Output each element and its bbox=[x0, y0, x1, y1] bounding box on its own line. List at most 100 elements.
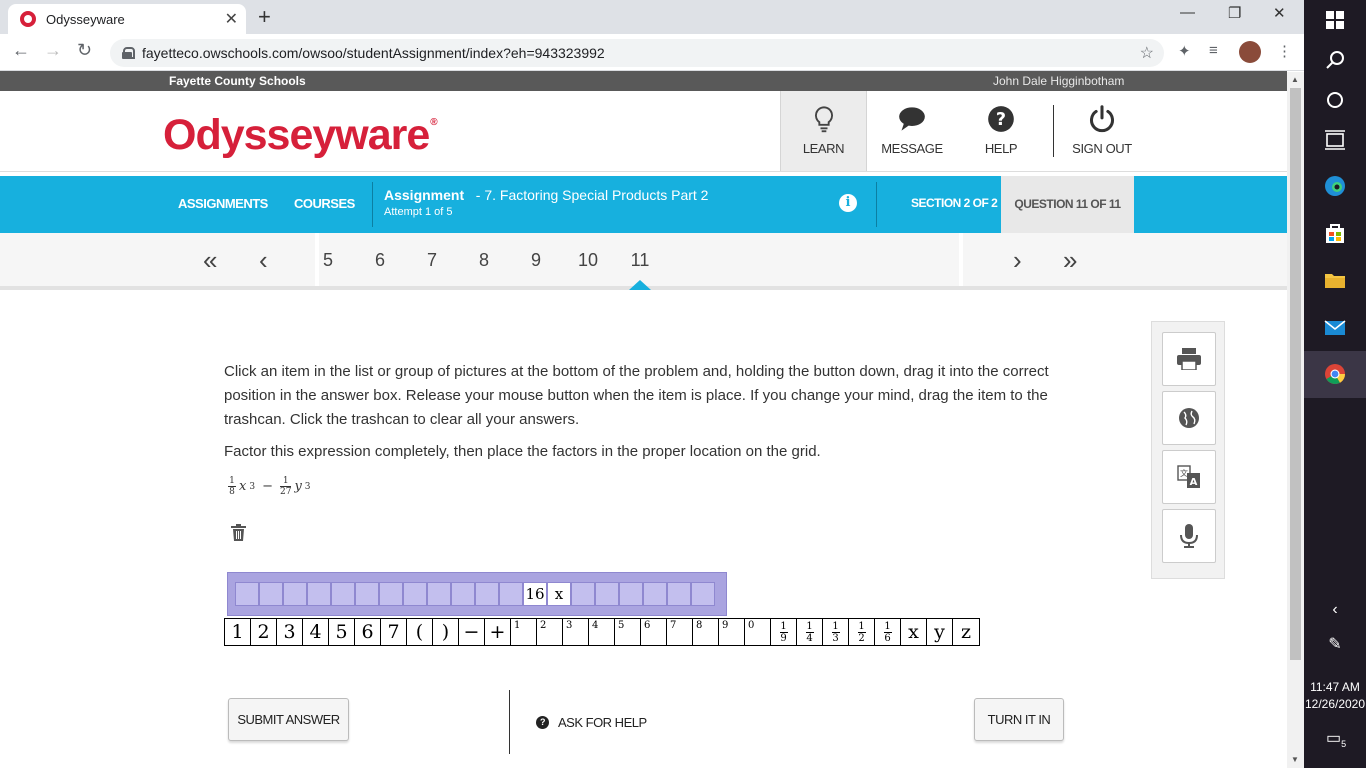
media-control-icon[interactable]: ≡ bbox=[1209, 42, 1218, 59]
answer-cell[interactable] bbox=[667, 582, 691, 606]
answer-cell[interactable] bbox=[307, 582, 331, 606]
assignments-link[interactable]: ASSIGNMENTS bbox=[178, 196, 268, 211]
back-arrow-icon[interactable]: ← bbox=[12, 40, 30, 61]
palette-tile[interactable]: y bbox=[927, 619, 953, 645]
answer-cell[interactable] bbox=[691, 582, 715, 606]
new-tab-button[interactable]: + bbox=[258, 4, 271, 30]
message-button[interactable]: MESSAGE bbox=[876, 91, 948, 171]
notifications-icon[interactable]: ▭5 bbox=[1326, 728, 1346, 749]
palette-tile[interactable]: 1 bbox=[511, 619, 537, 645]
extensions-puzzle-icon[interactable]: ✦ bbox=[1178, 42, 1191, 60]
answer-cell[interactable] bbox=[283, 582, 307, 606]
odysseyware-logo[interactable]: Odysseyware® bbox=[163, 111, 438, 160]
pen-icon[interactable]: ✎ bbox=[1323, 633, 1347, 657]
scroll-up-icon[interactable]: ▲ bbox=[1291, 75, 1299, 84]
palette-tile[interactable]: 5 bbox=[329, 619, 355, 645]
palette-tile[interactable]: ( bbox=[407, 619, 433, 645]
bookmark-star-icon[interactable]: ☆ bbox=[1140, 43, 1154, 63]
palette-tile[interactable]: 16 bbox=[875, 619, 901, 645]
answer-box[interactable]: 16 x bbox=[227, 572, 727, 616]
palette-tile[interactable]: 5 bbox=[615, 619, 641, 645]
search-icon[interactable] bbox=[1323, 48, 1347, 72]
courses-link[interactable]: COURSES bbox=[294, 196, 355, 211]
restore-button[interactable]: ❐ bbox=[1228, 4, 1241, 22]
question-number-6[interactable]: 6 bbox=[365, 250, 395, 271]
reload-icon[interactable]: ↻ bbox=[77, 40, 92, 61]
palette-tile[interactable]: 19 bbox=[771, 619, 797, 645]
help-button[interactable]: ? HELP bbox=[972, 91, 1030, 171]
answer-cell[interactable] bbox=[355, 582, 379, 606]
answer-cell[interactable] bbox=[403, 582, 427, 606]
minimize-button[interactable]: — bbox=[1180, 4, 1195, 21]
answer-cell[interactable] bbox=[571, 582, 595, 606]
palette-tile[interactable]: 8 bbox=[693, 619, 719, 645]
answer-cell[interactable] bbox=[259, 582, 283, 606]
globe-button[interactable] bbox=[1162, 391, 1216, 445]
palette-tile[interactable]: ) bbox=[433, 619, 459, 645]
tab-close-icon[interactable]: ✕ bbox=[225, 9, 238, 29]
vertical-scrollbar[interactable]: ▲ ▼ bbox=[1287, 72, 1304, 768]
print-button[interactable] bbox=[1162, 332, 1216, 386]
palette-tile[interactable]: 3 bbox=[277, 619, 303, 645]
chevron-left-icon[interactable]: ‹ bbox=[1323, 598, 1347, 622]
turn-it-in-button[interactable]: TURN IT IN bbox=[974, 698, 1064, 741]
window-close-button[interactable]: ✕ bbox=[1273, 4, 1286, 22]
palette-tile[interactable]: 2 bbox=[537, 619, 563, 645]
last-question-icon[interactable]: » bbox=[1063, 245, 1077, 276]
answer-cell[interactable] bbox=[475, 582, 499, 606]
palette-tile[interactable]: 14 bbox=[797, 619, 823, 645]
answer-cell[interactable] bbox=[499, 582, 523, 606]
mail-icon[interactable] bbox=[1323, 316, 1347, 340]
palette-tile[interactable]: + bbox=[485, 619, 511, 645]
answer-cell[interactable]: x bbox=[547, 582, 571, 606]
answer-cell[interactable] bbox=[379, 582, 403, 606]
answer-cell[interactable] bbox=[427, 582, 451, 606]
answer-cell[interactable] bbox=[331, 582, 355, 606]
palette-tile[interactable]: 9 bbox=[719, 619, 745, 645]
palette-tile[interactable]: x bbox=[901, 619, 927, 645]
system-clock[interactable]: 11:47 AM 12/26/2020 bbox=[1304, 679, 1366, 713]
palette-tile[interactable]: 0 bbox=[745, 619, 771, 645]
first-question-icon[interactable]: « bbox=[203, 245, 217, 276]
palette-tile[interactable]: 4 bbox=[303, 619, 329, 645]
palette-tile[interactable]: 12 bbox=[849, 619, 875, 645]
scroll-down-icon[interactable]: ▼ bbox=[1291, 755, 1299, 764]
question-number-7[interactable]: 7 bbox=[417, 250, 447, 271]
palette-tile[interactable]: 3 bbox=[563, 619, 589, 645]
edge-icon[interactable] bbox=[1323, 174, 1347, 198]
answer-cell[interactable] bbox=[619, 582, 643, 606]
question-number-8[interactable]: 8 bbox=[469, 250, 499, 271]
question-number-10[interactable]: 10 bbox=[573, 250, 603, 271]
answer-cell[interactable] bbox=[451, 582, 475, 606]
palette-tile[interactable]: 6 bbox=[641, 619, 667, 645]
trash-icon[interactable] bbox=[231, 524, 246, 541]
profile-avatar[interactable] bbox=[1239, 41, 1261, 63]
palette-tile[interactable]: 2 bbox=[251, 619, 277, 645]
file-explorer-icon[interactable] bbox=[1323, 268, 1347, 292]
palette-tile[interactable]: 4 bbox=[589, 619, 615, 645]
previous-question-icon[interactable]: ‹ bbox=[259, 245, 268, 276]
answer-cell[interactable] bbox=[235, 582, 259, 606]
task-view-icon[interactable] bbox=[1323, 128, 1347, 152]
forward-arrow-icon[interactable]: → bbox=[44, 40, 62, 61]
palette-tile[interactable]: 7 bbox=[667, 619, 693, 645]
palette-tile[interactable]: z bbox=[953, 619, 979, 645]
microphone-button[interactable] bbox=[1162, 509, 1216, 563]
address-bar[interactable]: fayetteco.owschools.com/owsoo/studentAss… bbox=[110, 39, 1164, 67]
chrome-icon[interactable] bbox=[1323, 362, 1347, 386]
scroll-thumb[interactable] bbox=[1290, 88, 1301, 660]
palette-tile[interactable]: 13 bbox=[823, 619, 849, 645]
answer-cell[interactable]: 16 bbox=[523, 582, 547, 606]
palette-tile[interactable]: 6 bbox=[355, 619, 381, 645]
answer-cell[interactable] bbox=[595, 582, 619, 606]
browser-tab[interactable]: Odysseyware ✕ bbox=[8, 4, 246, 34]
question-number-5[interactable]: 5 bbox=[313, 250, 343, 271]
translate-button[interactable]: A文 bbox=[1162, 450, 1216, 504]
palette-tile[interactable]: − bbox=[459, 619, 485, 645]
chrome-menu-icon[interactable]: ⋮ bbox=[1277, 42, 1292, 60]
palette-tile[interactable]: 7 bbox=[381, 619, 407, 645]
learn-button[interactable]: LEARN bbox=[780, 91, 867, 171]
submit-answer-button[interactable]: SUBMIT ANSWER bbox=[228, 698, 349, 741]
sign-out-button[interactable]: SIGN OUT bbox=[1068, 91, 1136, 171]
question-number-9[interactable]: 9 bbox=[521, 250, 551, 271]
